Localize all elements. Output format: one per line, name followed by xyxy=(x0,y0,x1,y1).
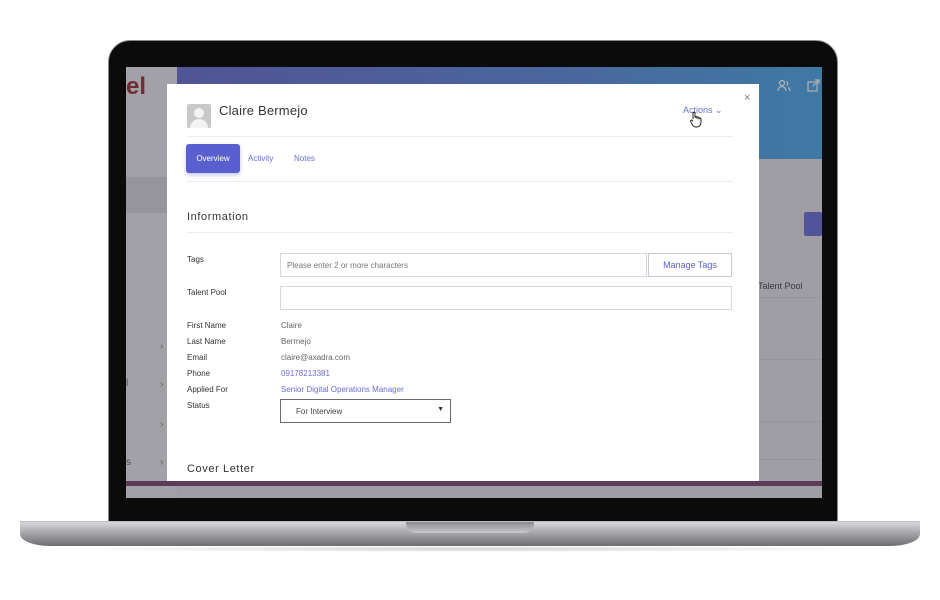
tabs-divider xyxy=(187,181,733,182)
last-name-label: Last Name xyxy=(187,337,226,346)
laptop-notch xyxy=(406,522,534,533)
header-divider xyxy=(187,136,733,137)
email-value: claire@axadra.com xyxy=(281,353,351,362)
applied-for-link[interactable]: Senior Digital Operations Manager xyxy=(281,385,404,394)
hand-cursor-icon xyxy=(689,111,703,132)
candidate-modal: × Claire Bermejo Actions ⌄ Overview Acti… xyxy=(167,84,759,481)
candidate-name: Claire Bermejo xyxy=(219,103,308,118)
laptop-shadow xyxy=(40,546,900,552)
status-label: Status xyxy=(187,401,210,410)
information-divider xyxy=(187,232,733,233)
cover-letter-title: Cover Letter xyxy=(187,463,255,475)
email-label: Email xyxy=(187,353,208,362)
tab-activity[interactable]: Activity xyxy=(248,144,273,173)
caret-down-icon: ▼ xyxy=(437,406,444,413)
tags-label: Tags xyxy=(187,255,204,264)
manage-tags-button[interactable]: Manage Tags xyxy=(648,253,732,277)
talent-pool-input[interactable] xyxy=(280,286,732,310)
phone-label: Phone xyxy=(187,369,211,378)
avatar xyxy=(187,104,211,128)
tab-notes[interactable]: Notes xyxy=(294,144,315,173)
last-name-value: Bermejo xyxy=(281,337,311,346)
tags-input[interactable]: Please enter 2 or more characters xyxy=(280,253,647,277)
bottom-strip xyxy=(126,481,822,486)
applied-for-label: Applied For xyxy=(187,385,228,394)
screen: el › l › › s › Talent Pool × Claire Berm… xyxy=(126,67,822,498)
tab-overview[interactable]: Overview xyxy=(186,144,240,173)
phone-link[interactable]: 09178213381 xyxy=(281,369,330,378)
close-icon[interactable]: × xyxy=(744,92,750,104)
information-title: Information xyxy=(187,211,249,223)
first-name-label: First Name xyxy=(187,321,227,330)
first-name-value: Claire xyxy=(281,321,302,330)
status-select[interactable]: For Interview ▼ xyxy=(280,399,451,423)
talent-pool-label: Talent Pool xyxy=(187,288,227,297)
status-value: For Interview xyxy=(296,407,343,416)
